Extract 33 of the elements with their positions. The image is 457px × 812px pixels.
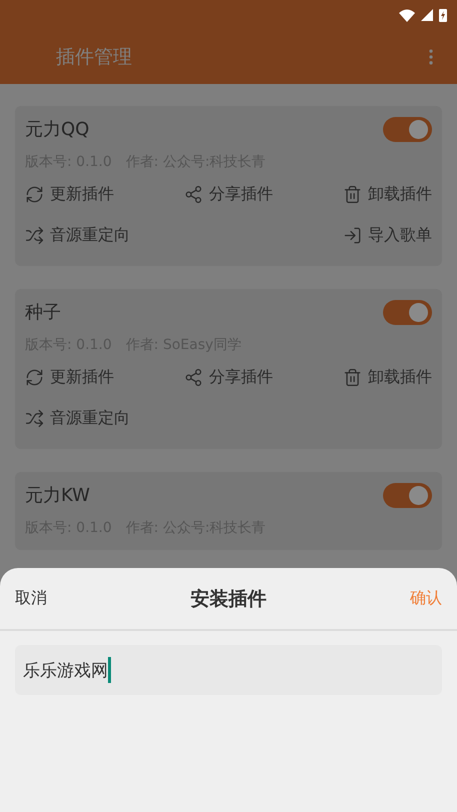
plugin-name: 元力KW	[25, 484, 90, 507]
share-icon	[184, 368, 203, 387]
sheet-title: 安装插件	[190, 586, 266, 612]
shuffle-icon	[25, 409, 44, 428]
toggle-switch[interactable]	[383, 116, 432, 142]
toggle-switch[interactable]	[383, 300, 432, 324]
toggle-switch[interactable]	[383, 482, 432, 508]
action-button[interactable]: 卸载插件	[343, 367, 432, 388]
screen-title: 插件管理	[56, 45, 132, 70]
action-button[interactable]: 导入歌单	[343, 225, 432, 246]
action-button[interactable]: 分享插件	[184, 184, 273, 205]
trash-icon	[343, 368, 362, 387]
cancel-button[interactable]: 取消	[15, 588, 47, 609]
refresh-icon	[25, 368, 44, 387]
action-button[interactable]: 分享插件	[184, 367, 273, 388]
input-field[interactable]: 乐乐游戏网	[15, 645, 442, 695]
action-button[interactable]: 更新插件	[25, 184, 114, 205]
confirm-button[interactable]: 确认	[410, 588, 442, 609]
shuffle-icon	[25, 226, 44, 245]
plugin-name: 元力QQ	[25, 118, 90, 141]
plugin-name: 种子	[25, 301, 61, 324]
signal-icon	[421, 9, 433, 21]
action-button[interactable]: 更新插件	[25, 367, 114, 388]
action-button[interactable]: 卸载插件	[343, 184, 432, 205]
action-button[interactable]: 音源重定向	[25, 225, 130, 246]
refresh-icon	[25, 185, 44, 204]
import-icon	[343, 226, 362, 245]
text-cursor	[108, 657, 111, 683]
trash-icon	[343, 185, 362, 204]
action-button[interactable]: 音源重定向	[25, 408, 130, 429]
battery-icon	[439, 8, 447, 22]
wifi-icon	[399, 8, 415, 22]
share-icon	[184, 185, 203, 204]
